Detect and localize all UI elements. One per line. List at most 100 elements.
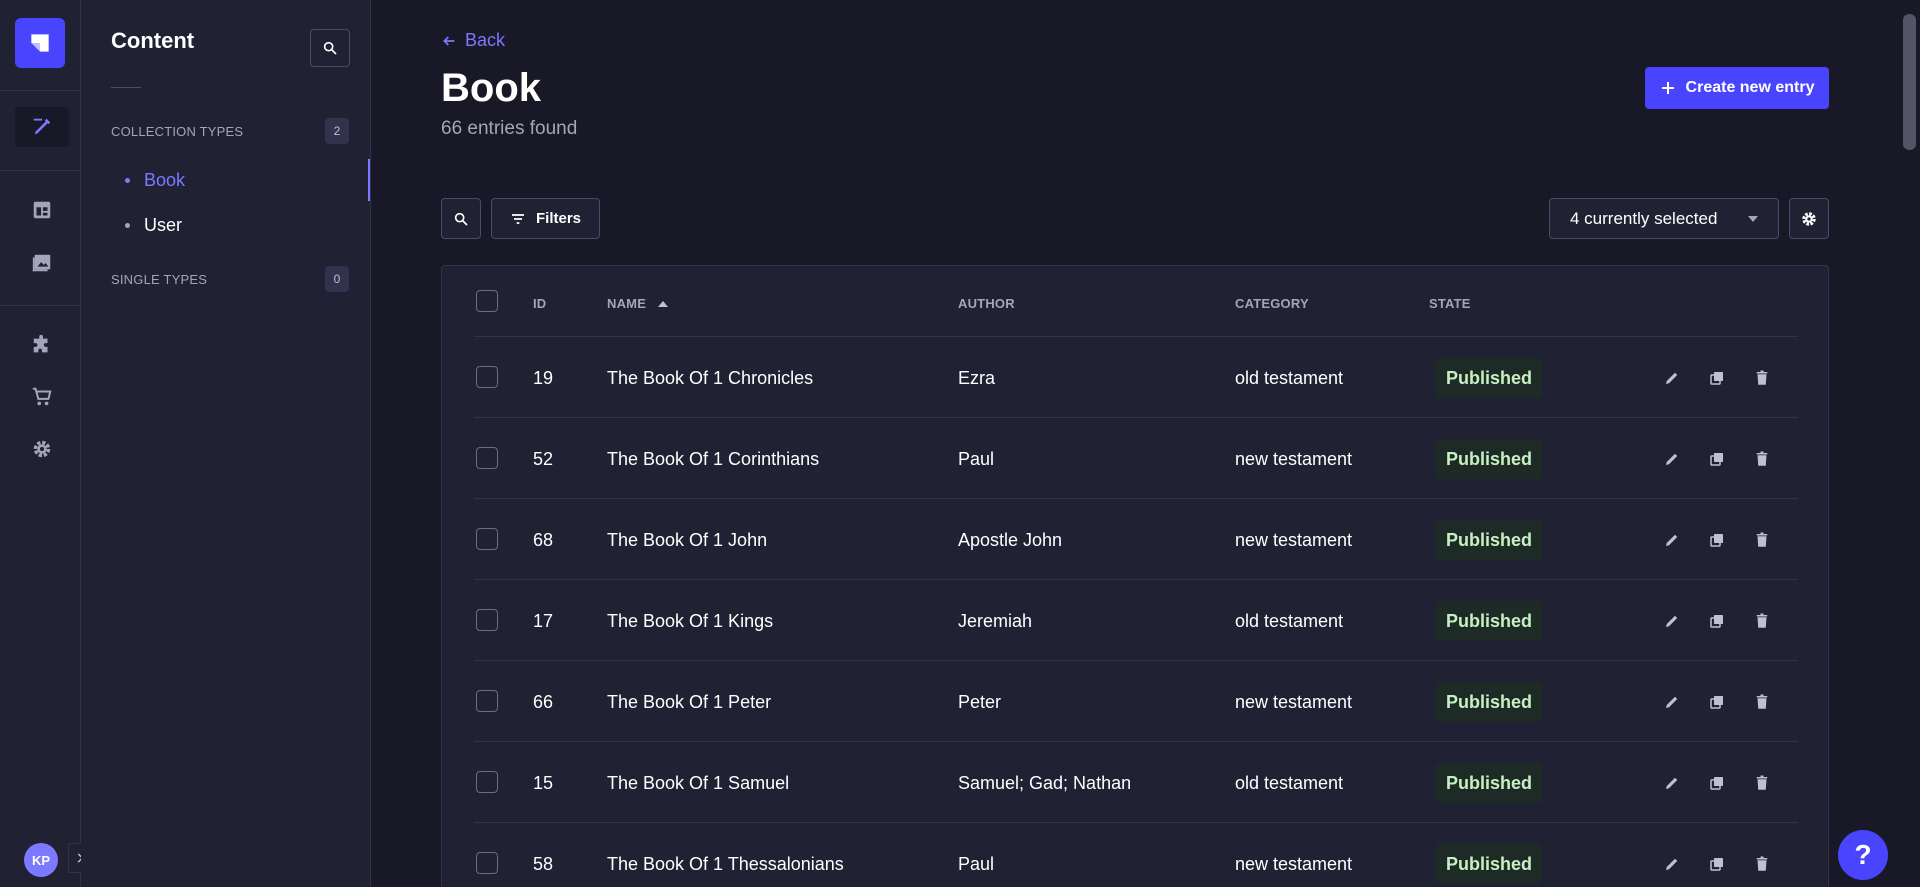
duplicate-icon[interactable] [1706,529,1728,551]
back-link[interactable]: Back [441,30,505,51]
table-row[interactable]: 68 The Book Of 1 John Apostle John new test… [474,499,1798,580]
table-row[interactable]: 66 The Book Of 1 Peter Peter new testament P… [474,661,1798,742]
columns-select[interactable]: 4 currently selected [1549,198,1779,239]
edit-icon[interactable] [1661,367,1683,389]
subnav-search-button[interactable] [310,29,350,67]
cell-id: 19 [533,368,554,388]
duplicate-icon[interactable] [1706,772,1728,794]
duplicate-icon[interactable] [1706,367,1728,389]
edit-icon[interactable] [1661,610,1683,632]
sidebar-item-book[interactable]: Book [111,159,370,201]
trash-icon[interactable] [1751,853,1773,875]
content-subnav: Content COLLECTION TYPES 2 Book User SIN… [81,0,371,887]
subnav-title: Content [111,28,195,53]
column-header-author[interactable]: AUTHOR [958,296,1015,311]
table-row[interactable]: 15 The Book Of 1 Samuel Samuel; Gad; Natha… [474,742,1798,823]
duplicate-icon[interactable] [1706,853,1728,875]
trash-icon[interactable] [1751,367,1773,389]
edit-icon[interactable] [1661,853,1683,875]
cell-name: The Book Of 1 Corinthians [607,449,820,469]
column-header-name[interactable]: NAME [607,296,669,311]
back-label: Back [465,30,506,50]
trash-icon[interactable] [1751,529,1773,551]
help-button[interactable]: ? [1838,830,1888,880]
media-library-icon[interactable] [15,243,69,283]
table-search-button[interactable] [441,198,481,239]
rail-divider [0,90,81,91]
status-badge: Published [1436,358,1543,398]
cell-id: 58 [533,854,554,874]
create-new-entry-button[interactable]: Create new entry [1645,67,1829,109]
columns-select-value: 4 currently selected [1570,208,1718,228]
status-badge: Published [1436,682,1543,722]
duplicate-icon[interactable] [1706,691,1728,713]
status-badge: Published [1436,439,1543,479]
table-row[interactable]: 17 The Book Of 1 Kings Jeremiah old testame… [474,580,1798,661]
status-badge: Published [1436,844,1543,884]
cell-name: The Book Of 1 Thessalonians [607,854,844,874]
cell-name: The Book Of 1 Samuel [607,773,790,793]
filters-label: Filters [535,210,581,227]
cell-author: Paul [958,449,995,469]
cell-author: Apostle John [958,530,1063,550]
row-checkbox[interactable] [476,366,498,388]
cell-id: 15 [533,773,554,793]
gear-icon [1802,211,1816,226]
trash-icon[interactable] [1751,610,1773,632]
edit-icon[interactable] [1661,772,1683,794]
sidebar-item-label: Book [144,169,186,190]
marketplace-icon[interactable] [15,377,69,417]
row-checkbox[interactable] [476,852,498,874]
table-header: ID NAME AUTHOR CATEGORY STATE [474,266,1798,337]
row-checkbox[interactable] [476,690,498,712]
cell-category: new testament [1235,854,1353,874]
settings-icon[interactable] [15,429,69,469]
select-all-checkbox[interactable] [476,290,498,312]
duplicate-icon[interactable] [1706,610,1728,632]
content-type-builder-icon[interactable] [15,190,69,230]
strapi-logo[interactable] [15,18,65,68]
row-checkbox[interactable] [476,528,498,550]
cell-author: Ezra [958,368,996,388]
cell-category: new testament [1235,530,1353,550]
table-row[interactable]: 52 The Book Of 1 Corinthians Paul new testa… [474,418,1798,499]
table-row[interactable]: 58 The Book Of 1 Thessalonians Paul new tes… [474,823,1798,887]
bullet-icon [125,177,130,183]
single-types-label: SINGLE TYPES [111,272,208,287]
trash-icon[interactable] [1751,448,1773,470]
bullet-icon [125,222,130,228]
list-settings-button[interactable] [1789,198,1829,239]
edit-icon[interactable] [1661,448,1683,470]
rail-divider [0,305,81,306]
table-row[interactable]: 19 The Book Of 1 Chronicles Ezra old testam… [474,337,1798,418]
filters-button[interactable]: Filters [491,198,600,239]
content-manager-icon[interactable] [15,107,69,147]
collection-types-count: 2 [325,118,349,144]
trash-icon[interactable] [1751,772,1773,794]
column-header-id[interactable]: ID [533,296,546,311]
cell-category: old testament [1235,368,1344,388]
duplicate-icon[interactable] [1706,448,1728,470]
user-avatar[interactable]: KP [24,843,58,877]
row-checkbox[interactable] [476,447,498,469]
cell-id: 52 [533,449,554,469]
trash-icon[interactable] [1751,691,1773,713]
column-header-category[interactable]: CATEGORY [1235,296,1309,311]
cell-id: 68 [533,530,554,550]
cell-category: old testament [1235,773,1344,793]
cell-author: Samuel; Gad; Nathan [958,773,1132,793]
column-header-state[interactable]: STATE [1429,296,1471,311]
sidebar-item-user[interactable]: User [111,204,370,246]
edit-icon[interactable] [1661,529,1683,551]
main-nav-rail: KP [0,0,81,887]
cell-author: Paul [958,854,995,874]
row-checkbox[interactable] [476,771,498,793]
cell-author: Peter [958,692,1002,712]
search-icon [323,41,337,55]
edit-icon[interactable] [1661,691,1683,713]
cell-category: new testament [1235,449,1353,469]
cell-name: The Book Of 1 John [607,530,768,550]
row-checkbox[interactable] [476,609,498,631]
plugins-icon[interactable] [15,325,69,365]
scrollbar-thumb[interactable] [1903,14,1916,150]
